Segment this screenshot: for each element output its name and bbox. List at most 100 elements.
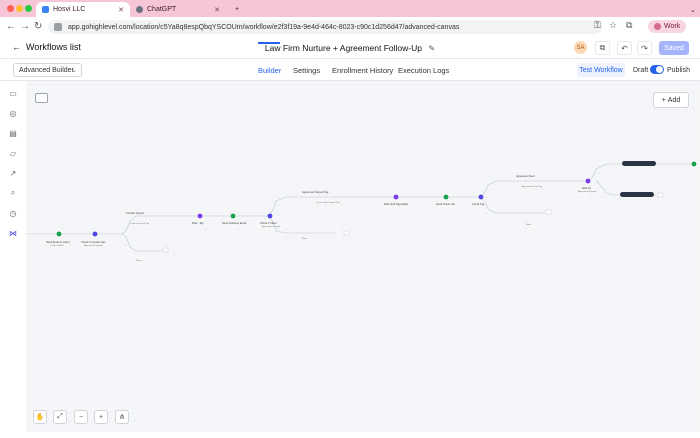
chat-icon[interactable]: ▭ [8, 88, 18, 98]
publish-toggle[interactable] [650, 65, 664, 74]
folder-icon[interactable]: ▱ [8, 148, 18, 158]
branch-node[interactable]: Contact Signed Contact Signed Tag [126, 211, 150, 225]
chevron-down-icon: ⌄ [71, 67, 77, 74]
url-text: app.gohighlevel.com/location/c5Ya8q8espQ… [68, 23, 460, 31]
test-workflow-button[interactable]: Test Workflow [577, 63, 625, 77]
window-close-icon[interactable] [7, 5, 14, 12]
svg-text:None: None [302, 238, 308, 240]
tab-label: ChatGPT [147, 6, 177, 13]
email-node[interactable]: Send Followup Email [222, 213, 247, 225]
builder-mode-value: Advanced Builder [19, 66, 74, 74]
avatar[interactable]: SA [574, 41, 587, 54]
svg-text:Agreement Signed: Agreement Signed [578, 190, 597, 193]
builder-mode-select[interactable]: Advanced Builder ⌄ [13, 63, 82, 77]
connectors [26, 163, 694, 252]
search-icon[interactable]: ⌕ [8, 188, 18, 198]
profile-button[interactable]: Work [648, 20, 687, 33]
workflow-subbar: Advanced Builder ⌄ Builder Settings Enro… [0, 59, 700, 81]
svg-text:None: None [526, 224, 532, 226]
workflow-graph: Send Email to ClientContact Filled Check… [26, 161, 697, 262]
tab-label: Hosvi LLC [53, 6, 86, 13]
bookmark-star-icon[interactable]: ☆ [609, 20, 617, 31]
tab-close-icon[interactable]: ✕ [214, 6, 220, 14]
draft-label: Draft [633, 67, 649, 74]
new-tab-button[interactable]: + [229, 2, 245, 17]
tab-list-chevron-icon[interactable]: ⌄ [684, 2, 700, 17]
action-pill[interactable] [622, 161, 656, 166]
svg-text:Agreement Signed: Agreement Signed [84, 244, 103, 247]
svg-text:Check if Contact Has: Check if Contact Has [81, 240, 106, 244]
forward-arrow-icon[interactable]: → [20, 21, 30, 33]
action-pill[interactable] [620, 192, 654, 197]
redo-icon[interactable]: ↷ [637, 41, 652, 55]
workflow-icon[interactable]: ⋈ [8, 228, 18, 238]
svg-text:Agreement Signed: Agreement Signed [262, 225, 281, 228]
svg-text:Wait Until Tag Added: Wait Until Tag Added [384, 202, 408, 206]
window-minimize-icon[interactable] [16, 5, 23, 12]
wait-node[interactable]: Wait Until Tag Added [384, 194, 408, 206]
external-link-icon[interactable]: ↗ [8, 168, 18, 178]
svg-text:Agreement Sent: Agreement Sent [516, 174, 535, 178]
end-node[interactable]: None [136, 247, 169, 262]
svg-text:Agreement Signed Tag: Agreement Signed Tag [302, 190, 329, 194]
active-tab-underline [258, 42, 280, 44]
browser-tabbar: Hosvi LLC ✕ ChatGPT ✕ + ⌄ [0, 0, 700, 17]
svg-text:Contact Has Signed Tag: Contact Has Signed Tag [316, 201, 340, 204]
end-node[interactable] [657, 192, 664, 198]
fit-view-icon[interactable]: ⤢ [53, 410, 67, 424]
tab-enrollment-history[interactable]: Enrollment History [332, 66, 393, 75]
pan-hand-icon[interactable]: ✋ [33, 410, 47, 424]
tab-builder[interactable]: Builder [258, 66, 281, 75]
end-node[interactable]: None [526, 209, 552, 226]
save-button[interactable]: Saved [659, 41, 689, 55]
svg-text:Send Followup Email: Send Followup Email [222, 221, 247, 225]
site-favicon-icon [42, 6, 49, 13]
url-input[interactable]: app.gohighlevel.com/location/c5Ya8q8espQ… [48, 20, 602, 34]
browser-tab-chatgpt[interactable]: ChatGPT ✕ [130, 2, 226, 17]
connector [26, 163, 694, 252]
zoom-in-icon[interactable]: + [94, 410, 108, 424]
undo-icon[interactable]: ↶ [617, 41, 632, 55]
svg-text:Contact Filled: Contact Filled [50, 244, 64, 247]
svg-text:Agreement Sent Tag: Agreement Sent Tag [522, 185, 543, 188]
publish-label: Publish [667, 67, 690, 74]
window-maximize-icon[interactable] [25, 5, 32, 12]
svg-text:Check Tag: Check Tag [472, 202, 485, 206]
svg-text:Wait for: Wait for [582, 186, 591, 190]
profile-avatar-icon [654, 23, 661, 30]
extensions-icon[interactable]: ⧉ [626, 20, 632, 31]
site-info-icon[interactable] [54, 23, 62, 31]
workflow-title-text[interactable]: Law Firm Nurture + Agreement Follow-Up [265, 43, 422, 53]
nodes: Send Email to ClientContact Filled Check… [46, 161, 697, 262]
clock-icon[interactable]: ◷ [8, 208, 18, 218]
svg-text:None: None [136, 260, 142, 262]
end-node[interactable]: None [302, 230, 350, 240]
chatgpt-favicon-icon [136, 6, 143, 13]
edit-pencil-icon[interactable]: ✎ [428, 44, 435, 53]
check-circle-icon[interactable]: ◎ [8, 108, 18, 118]
auto-layout-icon[interactable]: ⋔ [115, 410, 129, 424]
svg-text:Send Email to Client: Send Email to Client [46, 240, 70, 244]
password-key-icon[interactable]: ⚿ [594, 20, 601, 31]
tab-close-icon[interactable]: ✕ [118, 6, 124, 14]
svg-text:Contact Signed Tag: Contact Signed Tag [130, 222, 150, 225]
profile-label: Work [664, 23, 681, 30]
zoom-out-icon[interactable]: − [74, 410, 88, 424]
condition-node[interactable]: Check Tag [472, 194, 485, 206]
reload-icon[interactable]: ↻ [34, 21, 42, 33]
copy-icon[interactable]: ⧉ [595, 41, 610, 55]
back-arrow-icon[interactable]: ← [6, 21, 16, 33]
tab-settings[interactable]: Settings [293, 66, 320, 75]
svg-text:Send Thank You: Send Thank You [436, 202, 456, 206]
left-sidebar: ▭ ◎ ▤ ▱ ↗ ⌕ ◷ ⋈ [0, 81, 26, 438]
svg-text:Check if Client: Check if Client [260, 221, 277, 225]
tab-execution-logs[interactable]: Execution Logs [398, 66, 449, 75]
wait-node[interactable]: Wait - Tag [192, 213, 204, 225]
svg-text:Wait - Tag: Wait - Tag [192, 221, 204, 225]
document-icon[interactable]: ▤ [8, 128, 18, 138]
svg-text:Contact Signed: Contact Signed [126, 211, 144, 215]
email-node[interactable]: Send Thank You [436, 194, 456, 206]
email-node[interactable] [691, 161, 697, 167]
browser-tab-hosvi[interactable]: Hosvi LLC ✕ [36, 2, 130, 17]
workflow-header: ← Workflows list Law Firm Nurture + Agre… [0, 37, 700, 59]
